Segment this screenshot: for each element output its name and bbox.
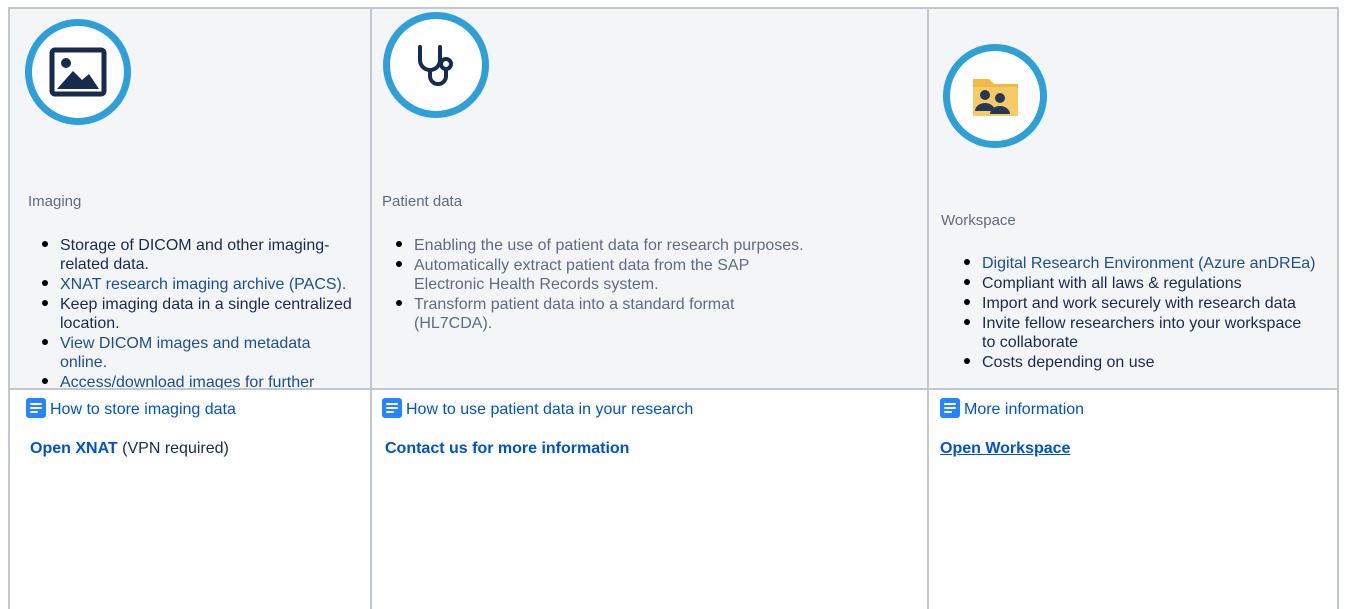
patient-data-cell: Patient data Enabling the use of patient… xyxy=(370,7,927,388)
list-item: Costs depending on use xyxy=(964,353,1332,372)
list-item[interactable]: XNAT research imaging archive (PACS). xyxy=(42,275,360,294)
list-item[interactable]: Digital Research Environment (Azure anDR… xyxy=(964,254,1322,273)
open-workspace-link[interactable]: Open Workspace xyxy=(940,440,1070,458)
open-xnat-link-row: Open XNAT (VPN required) xyxy=(30,440,229,458)
imaging-actions-cell: How to store imaging data Open XNAT (VPN… xyxy=(8,388,370,609)
list-item[interactable]: View DICOM images and metadata online. xyxy=(42,334,360,372)
open-xnat-link[interactable]: Open XNAT xyxy=(30,440,118,457)
list-item: Enabling the use of patient data for res… xyxy=(396,236,934,255)
imaging-cell: Imaging Storage of DICOM and other imagi… xyxy=(8,7,370,410)
document-icon xyxy=(940,398,960,418)
patient-data-feature-list: Enabling the use of patient data for res… xyxy=(391,236,934,334)
workspace-feature-list: Digital Research Environment (Azure anDR… xyxy=(959,254,1332,373)
imaging-icon-circle xyxy=(25,19,131,125)
patient-data-icon-circle xyxy=(383,12,489,118)
list-item: Import and work securely with research d… xyxy=(964,294,1302,313)
workspace-actions-cell: More information Open Workspace xyxy=(927,388,1339,609)
imaging-doc-link[interactable]: How to store imaging data xyxy=(26,398,236,419)
workspace-heading: Workspace xyxy=(941,212,1016,229)
workspace-doc-link-label: More information xyxy=(964,401,1085,418)
list-item: Invite fellow researchers into your work… xyxy=(964,315,1302,351)
workspace-cell: Workspace Digital Research Environment (… xyxy=(927,7,1339,388)
contact-us-link[interactable]: Contact us for more information xyxy=(385,440,629,458)
imaging-doc-link-label: How to store imaging data xyxy=(50,401,236,418)
document-icon xyxy=(382,398,402,418)
stethoscope-icon xyxy=(418,45,453,86)
imaging-heading: Imaging xyxy=(28,193,82,210)
workspace-doc-link[interactable]: More information xyxy=(940,398,1084,419)
workspace-icon-circle xyxy=(943,44,1047,148)
list-item: Automatically extract patient data from … xyxy=(396,256,764,294)
vpn-note: (VPN required) xyxy=(117,440,229,457)
list-item: Transform patient data into a standard f… xyxy=(396,295,764,333)
shared-folder-users-icon xyxy=(973,79,1018,116)
patient-data-heading: Patient data xyxy=(382,193,463,210)
services-table: Imaging Storage of DICOM and other imagi… xyxy=(8,7,1339,609)
patient-data-doc-link[interactable]: How to use patient data in your research xyxy=(382,398,693,419)
image-icon xyxy=(49,47,107,97)
list-item: Storage of DICOM and other imaging-relat… xyxy=(42,236,360,274)
document-icon xyxy=(26,398,46,418)
imaging-feature-list: Storage of DICOM and other imaging-relat… xyxy=(37,236,360,412)
list-item: Keep imaging data in a single centralize… xyxy=(42,295,360,333)
patient-data-actions-cell: How to use patient data in your research… xyxy=(370,388,927,609)
patient-data-doc-link-label: How to use patient data in your research xyxy=(406,401,694,418)
list-item: Compliant with all laws & regulations xyxy=(964,274,1332,293)
